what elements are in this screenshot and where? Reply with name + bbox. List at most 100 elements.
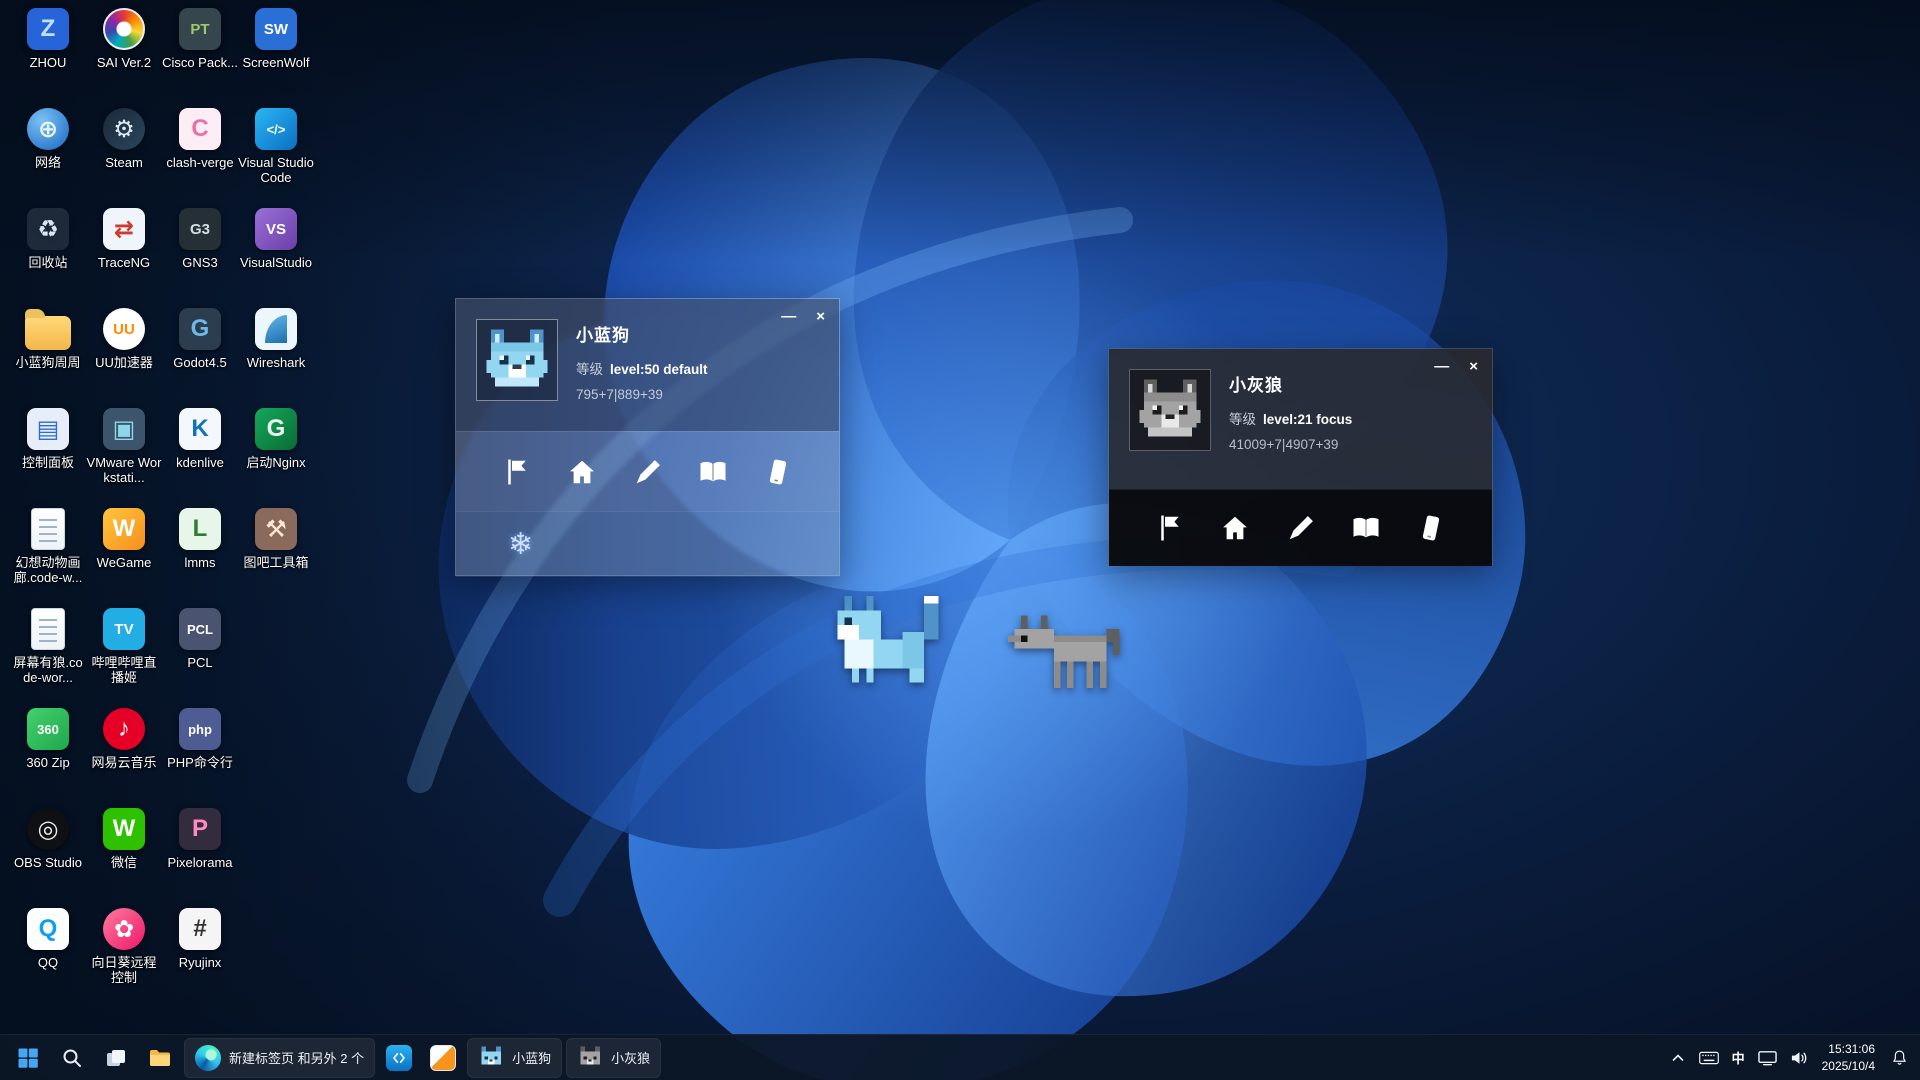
desktop-icon-360-zip[interactable]: 360360 Zip — [10, 708, 86, 770]
desktop-icon-clash-verge[interactable]: Cclash-verge — [162, 108, 238, 170]
desktop-icon-nginx-launcher[interactable]: G启动Nginx — [238, 408, 314, 470]
close-button[interactable]: × — [816, 309, 825, 324]
gns3-icon: G3 — [179, 208, 221, 250]
blue-dog-folder-icon — [25, 316, 71, 350]
desktop-icon-bilibili-livehime[interactable]: TV哔哩哔哩直播姬 — [86, 608, 162, 686]
desktop-icon-screenwolf[interactable]: SWScreenWolf — [238, 8, 314, 70]
desktop-icon-php-cli[interactable]: phpPHP命令行 — [162, 708, 238, 770]
qq-icon: Q — [27, 908, 69, 950]
desktop-icon-pixelorama[interactable]: PPixelorama — [162, 808, 238, 870]
desktop-icon-wegame[interactable]: W WeGame — [86, 508, 162, 570]
desktop-icon-gns3[interactable]: G3GNS3 — [162, 208, 238, 270]
obs-studio-icon: ◎ — [27, 808, 69, 850]
desktop-icon-label: OBS Studio — [10, 855, 86, 870]
cisco-packet-tracer-icon: PT — [179, 8, 221, 50]
desktop-icon-sunflower-remote[interactable]: ✿向日葵远程控制 — [86, 908, 162, 986]
desktop-icon-kdenlive[interactable]: Kkdenlive — [162, 408, 238, 470]
desktop-icon-screen-wolf-doc[interactable]: 屏幕有狼.code-wor... — [10, 608, 86, 686]
chevron-up-icon — [1670, 1050, 1686, 1066]
widget-action-bar — [1109, 489, 1492, 566]
desktop-icon-lmms[interactable]: Llmms — [162, 508, 238, 570]
taskbar-clock[interactable]: 15:31:06 2025/10/4 — [1822, 1041, 1875, 1073]
desktop-icon-sai-ver2[interactable]: SAI Ver.2 — [86, 8, 162, 70]
hidden-icons-chevron[interactable] — [1670, 1050, 1686, 1066]
desktop-icon-control-panel[interactable]: ▤控制面板 — [10, 408, 86, 470]
desktop-icon-label: Visual Studio Code — [238, 155, 314, 186]
grey-wolf-desktop-pet[interactable] — [1008, 612, 1126, 698]
grey-wolf-avatar — [1129, 369, 1211, 451]
book-icon[interactable] — [1349, 511, 1383, 545]
blue-dog-window-button[interactable]: 小蓝狗 — [467, 1038, 562, 1078]
snowflake-icon[interactable]: ❄ — [508, 527, 533, 562]
desktop-icon-label: WeGame — [86, 555, 162, 570]
desktop-icon-wechat[interactable]: W微信 — [86, 808, 162, 870]
desktop-icon-cisco-packet-tracer[interactable]: PT Cisco Pack... — [162, 8, 238, 70]
desktop-icon-steam[interactable]: ⚙Steam — [86, 108, 162, 170]
godot-icon: G — [179, 308, 221, 350]
grey-wolf-window-button[interactable]: 小灰狼 — [566, 1038, 661, 1078]
desktop-icon-label: 网易云音乐 — [86, 755, 162, 770]
desktop-icon-netease-music[interactable]: ♪网易云音乐 — [86, 708, 162, 770]
desktop-icon-label: ScreenWolf — [238, 55, 314, 70]
desktop-icon-pcl[interactable]: PCLPCL — [162, 608, 238, 670]
edge-window-button[interactable]: 新建标签页 和另外 2 个 — [184, 1038, 375, 1078]
task-view-button[interactable] — [96, 1038, 136, 1078]
volume-button[interactable] — [1790, 1050, 1809, 1066]
home-icon[interactable] — [565, 455, 599, 489]
start-button[interactable] — [8, 1038, 48, 1078]
tray-time: 15:31:06 — [1822, 1041, 1875, 1057]
wegame-icon: W — [103, 508, 145, 550]
widget-info-panel: 小蓝狗 等级level:50 default 795+7|889+39 — × — [456, 299, 839, 431]
desktop-icon-network[interactable]: ⊕网络 — [10, 108, 86, 170]
desktop-icon-visualstudio[interactable]: VSVisualStudio — [238, 208, 314, 270]
phone-icon[interactable] — [761, 455, 795, 489]
desktop-icon-vmware[interactable]: ▣VMware Workstati... — [86, 408, 162, 486]
desktop-icon-label: kdenlive — [162, 455, 238, 470]
desktop-icon-fantasy-gallery-doc[interactable]: 幻想动物画廊.code-w... — [10, 508, 86, 586]
search-button[interactable] — [52, 1038, 92, 1078]
desktop-icon-qq[interactable]: QQQ — [10, 908, 86, 970]
level-value: level:21 focus — [1263, 412, 1352, 427]
desktop-icon-uu-booster[interactable]: UUUU加速器 — [86, 308, 162, 370]
network-button[interactable] — [1758, 1050, 1777, 1066]
feed-icon[interactable] — [631, 455, 665, 489]
pet-stats: 795+7|889+39 — [576, 387, 708, 402]
desktop-icon-label: clash-verge — [162, 155, 238, 170]
file-explorer-button[interactable] — [140, 1038, 180, 1078]
notification-center-button[interactable] — [1891, 1049, 1908, 1066]
desktop-icon-label: 回收站 — [10, 255, 86, 270]
desktop-icon-wireshark[interactable]: Wireshark — [238, 308, 314, 370]
phone-icon[interactable] — [1414, 511, 1448, 545]
desktop-icon-traceng[interactable]: ⇄TraceNG — [86, 208, 162, 270]
close-button[interactable]: × — [1469, 359, 1478, 374]
desktop-icon-label: PHP命令行 — [162, 755, 238, 770]
desktop-icon-godot[interactable]: GGodot4.5 — [162, 308, 238, 370]
orange-app-button[interactable] — [423, 1038, 463, 1078]
search-icon — [60, 1046, 84, 1070]
desktop-icon-label: Cisco Pack... — [162, 55, 238, 70]
desktop-icon-recycle-bin[interactable]: ♻回收站 — [10, 208, 86, 270]
home-icon[interactable] — [1218, 511, 1252, 545]
flag-icon[interactable] — [500, 455, 534, 489]
minimize-button[interactable]: — — [1434, 359, 1449, 374]
level-label: 等级 — [1229, 412, 1256, 427]
desktop-icon-zhou[interactable]: ZZHOU — [10, 8, 86, 70]
feed-icon[interactable] — [1284, 511, 1318, 545]
ime-indicator[interactable]: 中 — [1732, 1048, 1745, 1067]
desktop-icon-toolbox[interactable]: ⚒图吧工具箱 — [238, 508, 314, 570]
sunflower-remote-icon: ✿ — [103, 908, 145, 950]
touch-keyboard-button[interactable] — [1699, 1051, 1719, 1065]
desktop-icon-label: Pixelorama — [162, 855, 238, 870]
blue-dog-window-title: 小蓝狗 — [512, 1048, 551, 1067]
desktop-icon-vscode[interactable]: </>Visual Studio Code — [238, 108, 314, 186]
tray-date: 2025/10/4 — [1822, 1058, 1875, 1074]
vscode-button[interactable] — [379, 1038, 419, 1078]
desktop-icon-blue-dog-folder[interactable]: 小蓝狗周周 — [10, 308, 86, 370]
desktop-icon-ryujinx[interactable]: #Ryujinx — [162, 908, 238, 970]
flag-icon[interactable] — [1153, 511, 1187, 545]
minimize-button[interactable]: — — [781, 309, 796, 324]
desktop-icon-obs-studio[interactable]: ◎ OBS Studio — [10, 808, 86, 870]
blue-dog-desktop-pet[interactable] — [823, 596, 953, 690]
desktop-icon-label: PCL — [162, 655, 238, 670]
book-icon[interactable] — [696, 455, 730, 489]
